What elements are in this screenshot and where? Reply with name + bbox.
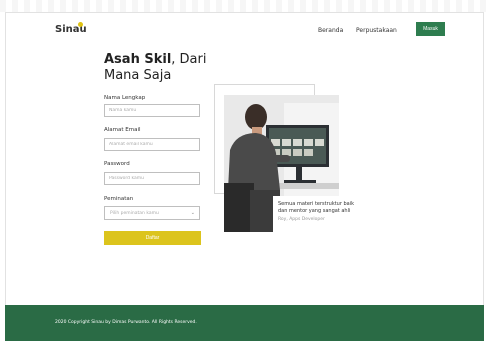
top-edge [0,0,489,12]
chevron-down-icon: ⌄ [190,210,195,216]
nav-link-beranda[interactable]: Beranda [318,27,343,34]
register-button[interactable]: Daftar [104,231,201,245]
testimonial-card: Semua materi terstruktur baik dan mentor… [273,196,367,236]
interest-select[interactable]: Pilih peminatan kamu ⌄ [104,206,200,220]
password-label: Password [104,161,130,167]
interest-label: Peminatan [104,196,134,202]
footer: 2020 Copyright Sinau by Dimas Purwanto. … [5,305,484,341]
email-input[interactable] [104,138,200,151]
email-label: Alamat Email [104,127,141,133]
logo-dot-icon [78,22,83,27]
password-input[interactable] [104,172,200,185]
nav-link-perpustakaan[interactable]: Perpustakaan [356,27,397,34]
title-line2: Mana Saja [104,68,172,83]
copyright-text: 2020 Copyright Sinau by Dimas Purwanto. … [55,320,197,325]
login-button[interactable]: Masuk [416,22,445,36]
page-title: Asah Skil, Dari Mana Saja [104,52,206,84]
testimonial-author: Roy, Apps Developer [278,217,325,222]
name-label: Nama Lengkap [104,95,146,101]
title-bold: Asah Skil [104,52,172,67]
interest-select-value: Pilih peminatan kamu [110,210,159,216]
title-rest: , Dari [171,52,207,67]
testimonial-quote: Semua materi terstruktur baik dan mentor… [278,201,355,214]
name-input[interactable] [104,104,200,117]
